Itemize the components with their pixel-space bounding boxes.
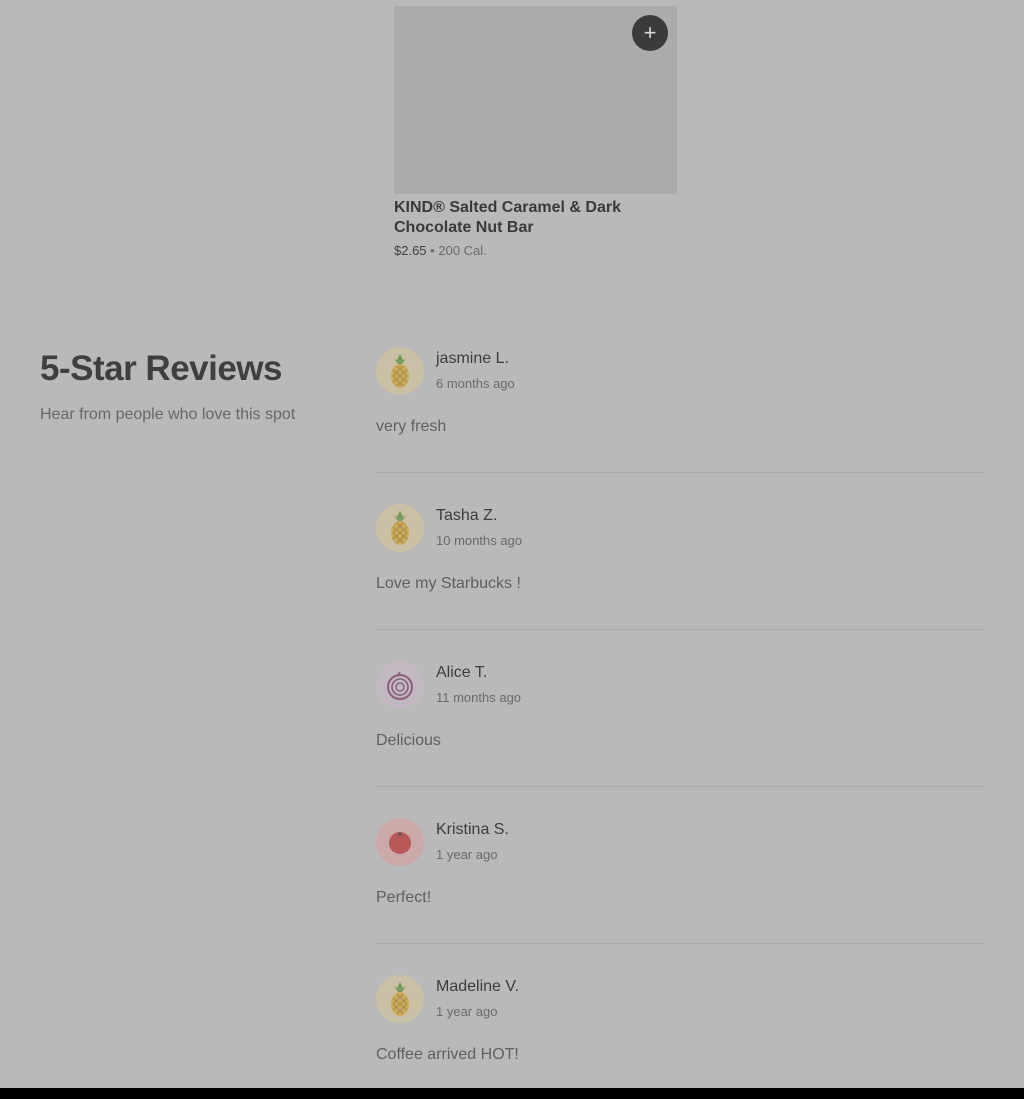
- review-item: Alice T. 11 months ago Delicious: [376, 661, 985, 818]
- product-meta: $2.65 • 200 Cal.: [394, 242, 677, 260]
- product-calories: 200 Cal.: [438, 243, 487, 258]
- reviewer-avatar: [376, 504, 424, 552]
- reviewer-name: Madeline V.: [436, 978, 520, 995]
- review-divider: [376, 786, 985, 787]
- review-time: 1 year ago: [436, 847, 498, 862]
- meta-separator: •: [430, 243, 435, 258]
- reviewer-name: Kristina S.: [436, 821, 509, 838]
- tomato-icon: [389, 832, 411, 854]
- review-time: 1 year ago: [436, 1004, 498, 1019]
- product-name[interactable]: KIND® Salted Caramel & Dark Chocolate Nu…: [394, 198, 654, 238]
- reviews-title: 5-Star Reviews: [40, 349, 283, 388]
- review-item: Tasha Z. 10 months ago Love my Starbucks…: [376, 504, 985, 661]
- add-to-cart-button[interactable]: +: [632, 15, 668, 51]
- reviews-subtitle: Hear from people who love this spot: [40, 406, 296, 423]
- reviewer-name: Tasha Z.: [436, 507, 498, 524]
- review-item: Kristina S. 1 year ago Perfect!: [376, 818, 985, 975]
- review-time: 10 months ago: [436, 533, 523, 548]
- review-divider: [376, 629, 985, 630]
- review-divider: [376, 472, 985, 473]
- pineapple-icon: [391, 982, 409, 1016]
- reviewer-name: Alice T.: [436, 664, 488, 681]
- review-item: jasmine L. 6 months ago very fresh: [376, 347, 985, 504]
- reviewer-avatar: [376, 818, 424, 866]
- reviews-header: 5-Star Reviews Hear from people who love…: [40, 346, 340, 426]
- review-text: Perfect!: [376, 889, 432, 906]
- reviews-list: jasmine L. 6 months ago very fresh Tasha…: [376, 347, 985, 1099]
- product-price: $2.65: [394, 243, 427, 258]
- product-image[interactable]: +: [394, 6, 677, 194]
- review-divider: [376, 943, 985, 944]
- pineapple-icon: [391, 354, 409, 388]
- reviewer-name: jasmine L.: [436, 350, 509, 367]
- onion-icon: [387, 671, 413, 700]
- review-text: Delicious: [376, 732, 441, 749]
- reviewer-avatar: [376, 661, 424, 709]
- bottom-bar: [0, 1088, 1024, 1099]
- review-text: very fresh: [376, 418, 447, 435]
- reviewer-avatar: [376, 347, 424, 395]
- pineapple-icon: [391, 511, 409, 545]
- review-time: 6 months ago: [436, 376, 515, 391]
- reviewer-avatar: [376, 975, 424, 1023]
- review-text: Love my Starbucks !: [376, 575, 521, 592]
- review-item: Madeline V. 1 year ago Coffee arrived HO…: [376, 975, 985, 1099]
- review-text: Coffee arrived HOT!: [376, 1046, 519, 1063]
- review-time: 11 months ago: [436, 690, 522, 705]
- product-card[interactable]: + KIND® Salted Caramel & Dark Chocolate …: [394, 6, 677, 260]
